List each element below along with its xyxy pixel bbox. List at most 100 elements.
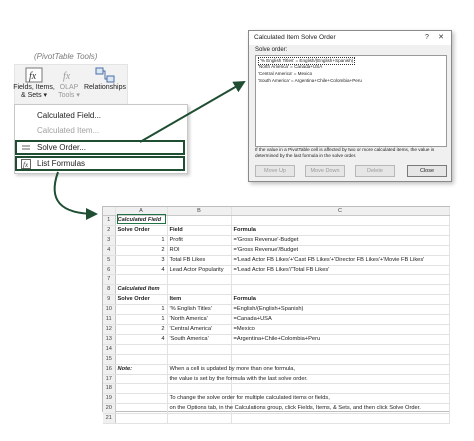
cell-b[interactable] — [167, 354, 232, 365]
cell-c[interactable]: Formula — [231, 294, 450, 306]
row-number[interactable]: 18 — [103, 383, 116, 395]
table-row: 15 — [103, 354, 450, 365]
row-number[interactable]: 1 — [103, 215, 116, 226]
cell-a[interactable] — [115, 374, 168, 385]
cell-b[interactable]: When a cell is updated by more than one … — [167, 364, 295, 375]
row-number[interactable]: 2 — [103, 225, 116, 236]
cell-a[interactable] — [115, 403, 168, 415]
row-number[interactable]: 15 — [103, 354, 116, 365]
row-number[interactable]: 8 — [103, 284, 116, 296]
cell-b[interactable]: Profit — [167, 235, 232, 246]
fields-items-sets-button[interactable]: fx Fields, Items, & Sets ▾ — [13, 66, 55, 106]
cell-c[interactable]: Formula — [231, 225, 450, 236]
table-row: 8 Calculated Item — [103, 284, 450, 296]
move-up-button[interactable]: Move Up — [255, 165, 295, 177]
cell-b[interactable]: 'South America' — [167, 334, 232, 345]
menu-item-label: Calculated Item... — [37, 126, 100, 135]
cell-c[interactable] — [231, 284, 450, 296]
relationships-button[interactable]: Relationships — [84, 66, 126, 106]
cell-c[interactable]: ='Lead Actor FB Likes'+'Cast FB Likes'+'… — [231, 255, 450, 266]
list-item[interactable]: 'Central America' = Mexico — [258, 71, 312, 77]
cell-c[interactable] — [231, 413, 450, 425]
column-header-b[interactable]: B — [167, 207, 232, 216]
list-item[interactable]: 'South America' = Argentina+Chile+Colomb… — [258, 78, 362, 84]
row-number[interactable]: 19 — [103, 393, 116, 405]
cell-a[interactable]: 1 — [115, 235, 168, 246]
row-number[interactable]: 5 — [103, 255, 116, 266]
cell-a[interactable]: 2 — [115, 324, 168, 335]
cell-b[interactable]: 'Central America' — [167, 324, 232, 335]
row-number[interactable]: 6 — [103, 265, 116, 276]
cell-b[interactable]: To change the solve order for multiple c… — [167, 393, 330, 405]
row-number[interactable]: 9 — [103, 294, 116, 306]
cell-b[interactable]: the value is set by the formula with the… — [167, 374, 308, 385]
cell-c[interactable]: ='Gross Revenue'-Budget — [231, 235, 450, 246]
cell-b[interactable]: ROI — [167, 245, 232, 256]
cell-a[interactable]: 1 — [115, 304, 168, 316]
cell-b[interactable] — [167, 215, 232, 226]
cell-a[interactable]: Solve Order — [115, 225, 168, 236]
cell-c[interactable]: =Argentina+Chile+Colombia+Peru — [231, 334, 450, 345]
cell-a[interactable]: Solve Order — [115, 294, 168, 306]
row-number[interactable]: 14 — [103, 344, 116, 355]
row-number[interactable]: 17 — [103, 374, 116, 385]
cell-b[interactable]: Lead Actor Popularity — [167, 265, 232, 276]
cell-b[interactable] — [167, 344, 232, 355]
cell-c[interactable]: ='Lead Actor FB Likes'/'Total FB Likes' — [231, 265, 450, 276]
cell-c[interactable] — [231, 354, 450, 365]
cell-a[interactable]: 1 — [115, 314, 168, 325]
cell-c[interactable]: =Canada+USA — [231, 314, 450, 325]
move-down-button[interactable]: Move Down — [305, 165, 345, 177]
cell-a[interactable] — [115, 393, 168, 405]
cell-a[interactable] — [115, 344, 168, 355]
cell-b[interactable]: on the Options tab, in the Calculations … — [167, 403, 421, 415]
cell-b[interactable] — [167, 383, 232, 395]
cell-a[interactable]: 4 — [115, 265, 168, 276]
cell-a[interactable]: 3 — [115, 255, 168, 266]
cell-a[interactable] — [115, 274, 168, 286]
cell-a[interactable] — [115, 354, 168, 365]
cell-a[interactable] — [115, 413, 168, 425]
row-number[interactable]: 4 — [103, 245, 116, 256]
cell-b[interactable]: 'North America' — [167, 314, 232, 325]
cell-c[interactable] — [231, 383, 450, 395]
row-number[interactable]: 11 — [103, 314, 116, 325]
cell-c[interactable]: =English/(English+Spanish) — [231, 304, 450, 316]
delete-button[interactable]: Delete — [355, 165, 395, 177]
help-button[interactable]: ? — [421, 32, 433, 43]
row-number[interactable]: 3 — [103, 235, 116, 246]
cell-a[interactable]: Calculated Item — [115, 284, 168, 296]
menu-item-calculated-field[interactable]: Calculated Field... — [15, 109, 187, 123]
olap-tools-button[interactable]: fx OLAP Tools ▾ — [58, 66, 80, 106]
cell-a[interactable] — [115, 383, 168, 395]
row-number[interactable]: 10 — [103, 304, 116, 316]
cell-c[interactable] — [231, 344, 450, 355]
close-icon[interactable]: ✕ — [435, 32, 447, 43]
cell-c[interactable]: ='Gross Revenue'/Budget — [231, 245, 450, 256]
cell-c[interactable]: =Mexico — [231, 324, 450, 335]
row-number[interactable]: 21 — [103, 413, 116, 425]
cell-c[interactable] — [231, 274, 450, 286]
cell-b[interactable]: '% English Titles' — [167, 304, 232, 316]
cell-b[interactable]: Field — [167, 225, 232, 236]
list-item[interactable]: 'North America' = Canada+USA — [258, 64, 322, 70]
solve-order-list[interactable]: '% English Titles' = English/(English+Sp… — [255, 55, 447, 147]
row-number[interactable]: 20 — [103, 403, 116, 415]
menu-item-calculated-item[interactable]: Calculated Item... — [15, 124, 187, 138]
column-header-c[interactable]: C — [231, 207, 450, 216]
cell-b[interactable] — [167, 284, 232, 296]
cell-b[interactable] — [167, 413, 232, 425]
cell-c[interactable] — [231, 215, 450, 226]
cell-a[interactable]: 2 — [115, 245, 168, 256]
cell-b[interactable]: Total FB Likes — [167, 255, 232, 266]
cell-a[interactable]: 4 — [115, 334, 168, 345]
close-button[interactable]: Close — [407, 165, 447, 177]
cell-a[interactable]: Note: — [115, 364, 168, 375]
select-all-corner[interactable] — [103, 207, 116, 216]
cell-b[interactable] — [167, 274, 232, 286]
row-number[interactable]: 12 — [103, 324, 116, 335]
cell-b[interactable]: Item — [167, 294, 232, 306]
row-number[interactable]: 13 — [103, 334, 116, 345]
row-number[interactable]: 7 — [103, 274, 116, 286]
row-number[interactable]: 16 — [103, 364, 116, 375]
